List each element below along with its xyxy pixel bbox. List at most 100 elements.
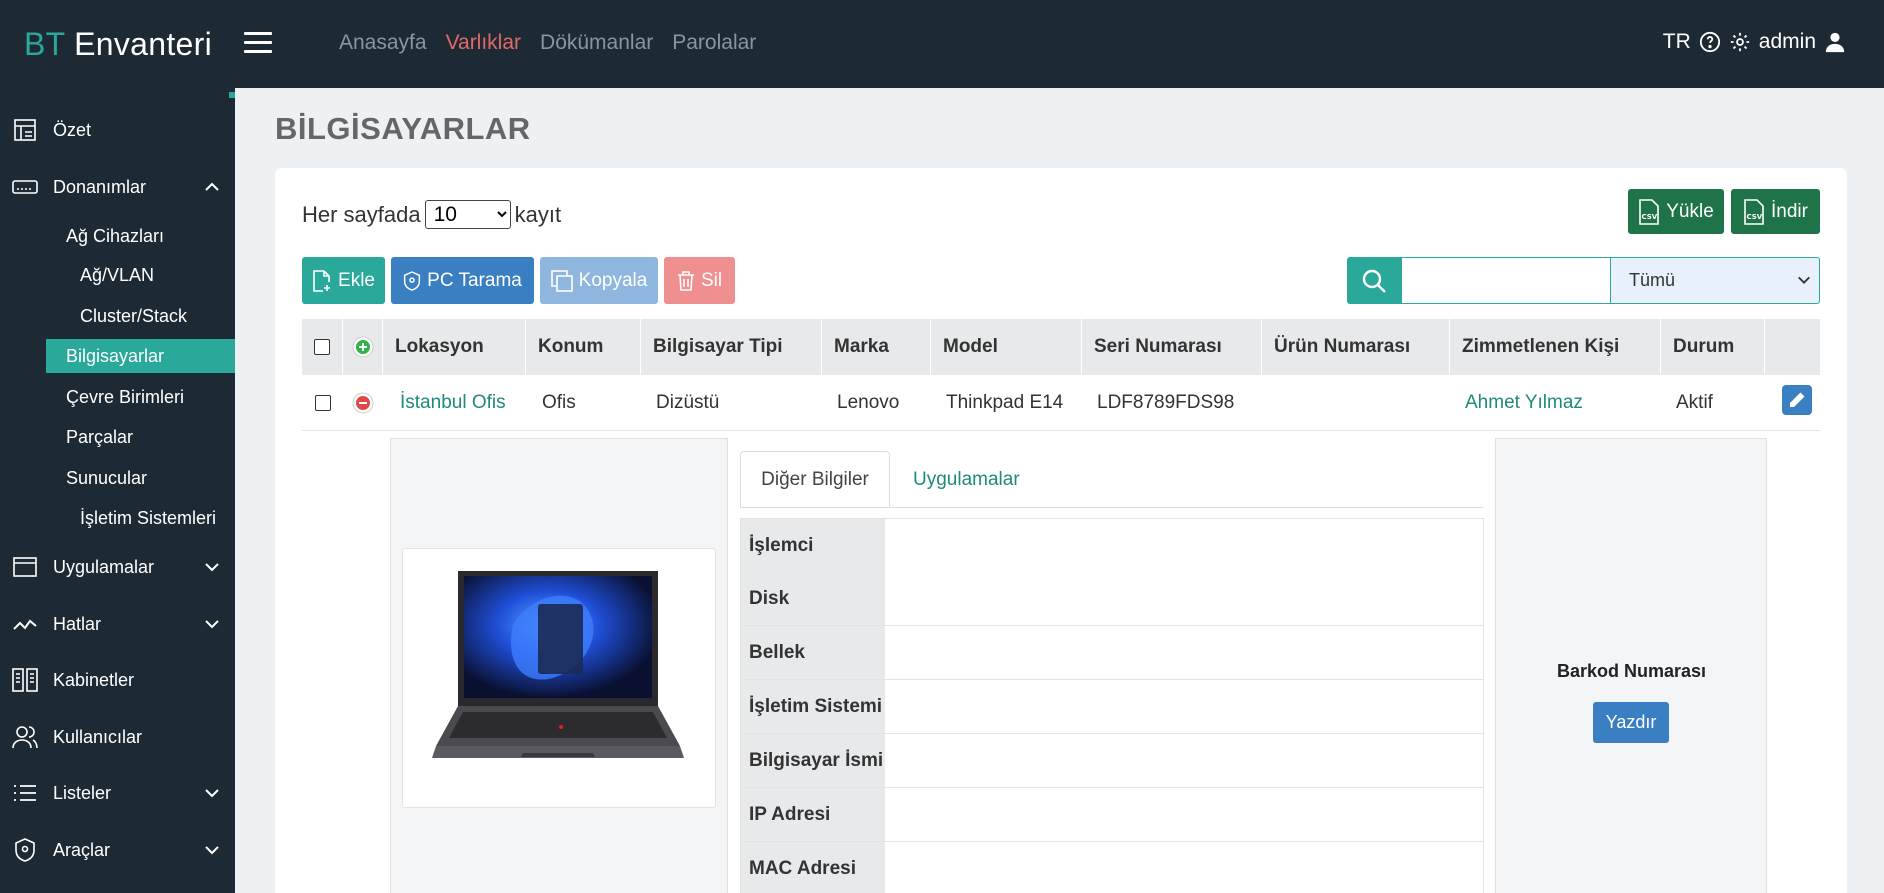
info-value bbox=[885, 734, 1483, 787]
filter-select[interactable]: Tümü bbox=[1610, 257, 1820, 304]
sidebar-item-listeler[interactable]: Listeler bbox=[0, 775, 235, 811]
col-konum[interactable]: Konum bbox=[526, 319, 641, 375]
col-zimmetlenen-kisi[interactable]: Zimmetlenen Kişi bbox=[1450, 319, 1661, 375]
language-switch[interactable]: TR bbox=[1663, 30, 1691, 54]
hamburger-menu-icon[interactable] bbox=[244, 32, 272, 54]
row-checkbox[interactable] bbox=[314, 395, 331, 411]
chevron-down-icon[interactable] bbox=[204, 842, 220, 858]
users-icon bbox=[12, 724, 38, 750]
search-input[interactable] bbox=[1401, 257, 1611, 304]
sidebar-item-araclar[interactable]: Araçlar bbox=[0, 832, 235, 868]
sidebar-item-hatlar[interactable]: Hatlar bbox=[0, 606, 235, 642]
print-button[interactable]: Yazdır bbox=[1593, 702, 1669, 743]
sidebar-item-label: Özet bbox=[53, 119, 92, 140]
expand-all-cell bbox=[343, 319, 383, 375]
col-durum[interactable]: Durum bbox=[1661, 319, 1765, 375]
search-button[interactable] bbox=[1347, 257, 1401, 304]
info-value bbox=[885, 842, 1483, 893]
table-row[interactable]: İstanbul Ofis Ofis Dizüstü Lenovo Thinkp… bbox=[302, 375, 1820, 431]
col-lokasyon[interactable]: Lokasyon bbox=[383, 319, 526, 375]
sidebar-item-ozet[interactable]: Özet bbox=[0, 112, 235, 148]
minus-circle-icon[interactable] bbox=[352, 392, 374, 414]
sidebar-sub-bilgisayarlar[interactable]: Bilgisayarlar bbox=[46, 339, 235, 373]
sidebar-sub-ag-vlan[interactable]: Ağ/VLAN bbox=[80, 258, 154, 292]
user-icon[interactable] bbox=[1824, 31, 1846, 53]
add-button[interactable]: Ekle bbox=[302, 257, 385, 304]
sidebar-sub-parcalar[interactable]: Parçalar bbox=[66, 420, 133, 454]
tab-diger-bilgiler[interactable]: Diğer Bilgiler bbox=[740, 451, 890, 508]
select-all-cell bbox=[302, 319, 343, 375]
nav-parolalar[interactable]: Parolalar bbox=[672, 31, 756, 55]
sidebar-item-kullanicilar[interactable]: Kullanıcılar bbox=[0, 719, 235, 755]
sidebar-item-label: Hatlar bbox=[53, 613, 102, 634]
chevron-down-icon[interactable] bbox=[204, 559, 220, 575]
download-csv-button[interactable]: CSV İndir bbox=[1731, 189, 1820, 234]
col-actions bbox=[1765, 319, 1820, 375]
add-label: Ekle bbox=[338, 269, 375, 291]
sidebar-sub-cevre-birimleri[interactable]: Çevre Birimleri bbox=[66, 380, 184, 414]
upload-csv-button[interactable]: CSV Yükle bbox=[1628, 189, 1724, 234]
per-page-control: Her sayfada 10 kayıt bbox=[302, 200, 561, 229]
pencil-icon bbox=[1790, 392, 1805, 407]
col-seri-numarasi[interactable]: Seri Numarası bbox=[1082, 319, 1262, 375]
svg-text:CSV: CSV bbox=[1747, 213, 1763, 221]
nav-dokumanlar[interactable]: Dökümanlar bbox=[540, 31, 653, 55]
csv-file-icon: CSV bbox=[1744, 198, 1764, 225]
copy-button[interactable]: Kopyala bbox=[540, 257, 658, 304]
sidebar-item-donanimlar[interactable]: Donanımlar bbox=[0, 169, 235, 205]
cell-zimmetlenen-kisi-link[interactable]: Ahmet Yılmaz bbox=[1465, 375, 1583, 431]
hardware-icon bbox=[12, 174, 38, 200]
search-icon bbox=[1362, 269, 1386, 293]
cell-marka: Lenovo bbox=[837, 392, 900, 413]
col-bilgisayar-tipi[interactable]: Bilgisayar Tipi bbox=[641, 319, 822, 375]
sidebar-item-label: Donanımlar bbox=[53, 176, 147, 197]
sidebar-item-kabinetler[interactable]: Kabinetler bbox=[0, 662, 235, 698]
info-label: MAC Adresi bbox=[741, 842, 885, 893]
sidebar-sub-ag-cihazlari[interactable]: Ağ Cihazları bbox=[66, 219, 164, 253]
sidebar-sub-sunucular[interactable]: Sunucular bbox=[66, 461, 147, 495]
edit-button[interactable] bbox=[1782, 385, 1812, 415]
chevron-down-icon[interactable] bbox=[204, 785, 220, 801]
nav-anasayfa[interactable]: Anasayfa bbox=[339, 31, 427, 55]
info-row-bellek: Bellek bbox=[740, 626, 1484, 680]
upload-label: Yükle bbox=[1666, 200, 1714, 222]
computer-image bbox=[402, 548, 716, 808]
per-page-select[interactable]: 10 bbox=[424, 200, 511, 229]
settings-gear-icon[interactable] bbox=[1729, 31, 1751, 53]
col-marka[interactable]: Marka bbox=[822, 319, 931, 375]
download-label: İndir bbox=[1771, 200, 1808, 222]
table-header: Lokasyon Konum Bilgisayar Tipi Marka Mod… bbox=[302, 319, 1820, 375]
sidebar-item-label: Uygulamalar bbox=[53, 556, 155, 577]
chevron-up-icon[interactable] bbox=[204, 179, 220, 195]
brand-logo[interactable]: BT Envanteri bbox=[24, 26, 212, 63]
info-row-ip-adresi: IP Adresi bbox=[740, 788, 1484, 842]
chevron-down-icon bbox=[1798, 276, 1810, 284]
info-value bbox=[885, 788, 1483, 841]
cabinet-icon bbox=[12, 667, 38, 693]
sidebar-item-uygulamalar[interactable]: Uygulamalar bbox=[0, 549, 235, 585]
sidebar-sub-cluster-stack[interactable]: Cluster/Stack bbox=[80, 299, 187, 333]
help-icon[interactable] bbox=[1699, 31, 1721, 53]
cell-konum: Ofis bbox=[542, 392, 576, 413]
csv-file-icon: CSV bbox=[1639, 198, 1660, 225]
nav-varliklar[interactable]: Varlıklar bbox=[446, 31, 521, 55]
laptop-image bbox=[432, 571, 684, 758]
user-name[interactable]: admin bbox=[1759, 30, 1816, 54]
brand-name: Envanteri bbox=[74, 26, 213, 62]
pc-scan-button[interactable]: PC Tarama bbox=[391, 257, 534, 304]
sidebar-item-label: Kullanıcılar bbox=[53, 726, 143, 747]
delete-label: Sil bbox=[700, 269, 723, 291]
plus-circle-icon[interactable] bbox=[352, 336, 374, 358]
pc-scan-label: PC Tarama bbox=[427, 269, 522, 291]
select-all-checkbox[interactable] bbox=[314, 339, 330, 355]
cell-lokasyon-link[interactable]: İstanbul Ofis bbox=[400, 375, 506, 431]
copy-label: Kopyala bbox=[578, 269, 648, 291]
tab-uygulamalar[interactable]: Uygulamalar bbox=[913, 451, 1020, 508]
delete-button[interactable]: Sil bbox=[664, 257, 735, 304]
col-model[interactable]: Model bbox=[931, 319, 1082, 375]
sidebar-accent-mark bbox=[229, 92, 235, 98]
chevron-down-icon[interactable] bbox=[204, 616, 220, 632]
sidebar-sub-isletim-sistemleri[interactable]: İşletim Sistemleri bbox=[80, 501, 216, 535]
col-urun-numarasi[interactable]: Ürün Numarası bbox=[1262, 319, 1450, 375]
info-value bbox=[885, 680, 1483, 733]
